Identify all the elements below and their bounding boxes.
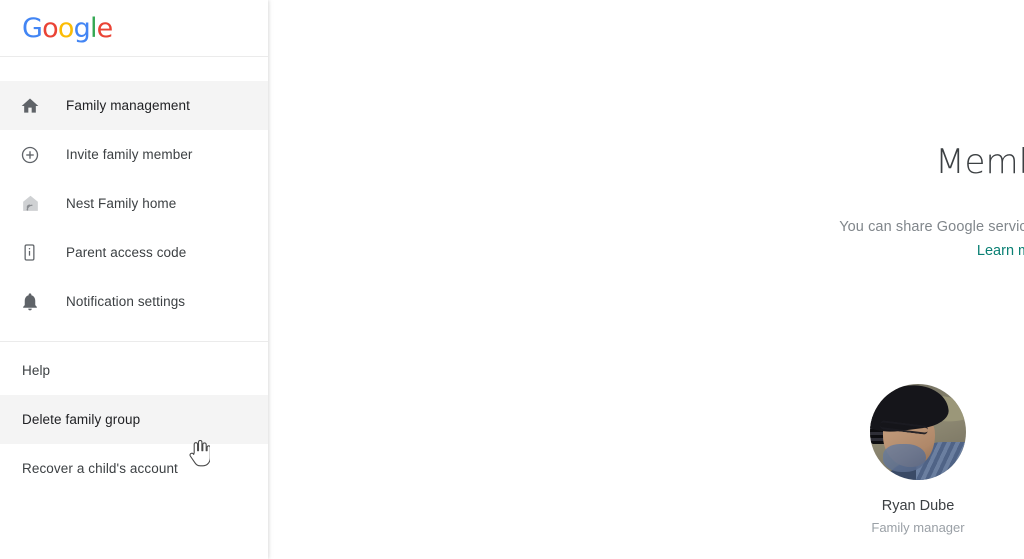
sidebar-primary-group: Family management Invite family member N… bbox=[0, 81, 268, 326]
bell-icon bbox=[20, 290, 50, 314]
sidebar-item-delete-family-group[interactable]: Delete family group bbox=[0, 395, 268, 444]
sidebar-item-parent-access-code[interactable]: Parent access code bbox=[0, 228, 268, 277]
sidebar-item-label: Delete family group bbox=[22, 412, 141, 427]
sidebar-item-invite-family-member[interactable]: Invite family member bbox=[0, 130, 268, 179]
sidebar-item-label: Family management bbox=[66, 98, 190, 113]
avatar[interactable] bbox=[870, 384, 966, 480]
sidebar-item-label: Help bbox=[22, 363, 51, 378]
learn-more-link[interactable]: Learn more bbox=[268, 243, 1024, 259]
page-title: Members bbox=[935, 142, 1024, 182]
sidebar-item-notification-settings[interactable]: Notification settings bbox=[0, 277, 268, 326]
sidebar-item-nest-family-home[interactable]: Nest Family home bbox=[0, 179, 268, 228]
logo-letter-e: e bbox=[96, 12, 114, 44]
page-subtitle: You can share Google services with up to… bbox=[839, 219, 1024, 235]
members-list: Ryan Dube Family manager *Confused screa… bbox=[268, 384, 1024, 535]
logo-letter-g1: G bbox=[22, 12, 43, 44]
home-icon bbox=[20, 94, 50, 118]
brand-area: Google bbox=[0, 0, 268, 57]
member-name: Ryan Dube bbox=[881, 498, 955, 514]
sidebar-item-label: Parent access code bbox=[66, 245, 187, 260]
member-role: Family manager bbox=[871, 520, 965, 535]
sidebar-item-label: Nest Family home bbox=[66, 196, 177, 211]
sidebar-item-label: Recover a child's account bbox=[22, 461, 178, 476]
sidebar-top-spacer bbox=[0, 57, 268, 81]
content-inner: Members You can share Google services wi… bbox=[268, 0, 1024, 559]
logo-letter-g2: g bbox=[73, 12, 91, 44]
sidebar-item-help[interactable]: Help bbox=[0, 346, 268, 395]
main-content: Members You can share Google services wi… bbox=[268, 0, 1024, 559]
page-root: Google Family management Invite family m… bbox=[0, 0, 1024, 559]
sidebar-item-family-management[interactable]: Family management bbox=[0, 81, 268, 130]
plus-circle-icon bbox=[20, 143, 50, 167]
logo-letter-o2: o bbox=[57, 12, 75, 44]
sidebar-item-label: Invite family member bbox=[66, 147, 193, 162]
avatar-detail bbox=[883, 443, 926, 473]
sidebar-secondary-group: Help Delete family group Recover a child… bbox=[0, 342, 268, 493]
nest-home-icon bbox=[20, 192, 50, 216]
member-card[interactable]: Ryan Dube Family manager bbox=[870, 384, 966, 535]
google-logo[interactable]: Google bbox=[22, 12, 114, 44]
sidebar: Google Family management Invite family m… bbox=[0, 0, 268, 559]
logo-letter-l: l bbox=[89, 12, 97, 44]
logo-letter-o1: o bbox=[42, 12, 59, 44]
phone-info-icon bbox=[20, 241, 50, 265]
sidebar-item-recover-child-account[interactable]: Recover a child's account bbox=[0, 444, 268, 493]
sidebar-item-label: Notification settings bbox=[66, 294, 186, 309]
